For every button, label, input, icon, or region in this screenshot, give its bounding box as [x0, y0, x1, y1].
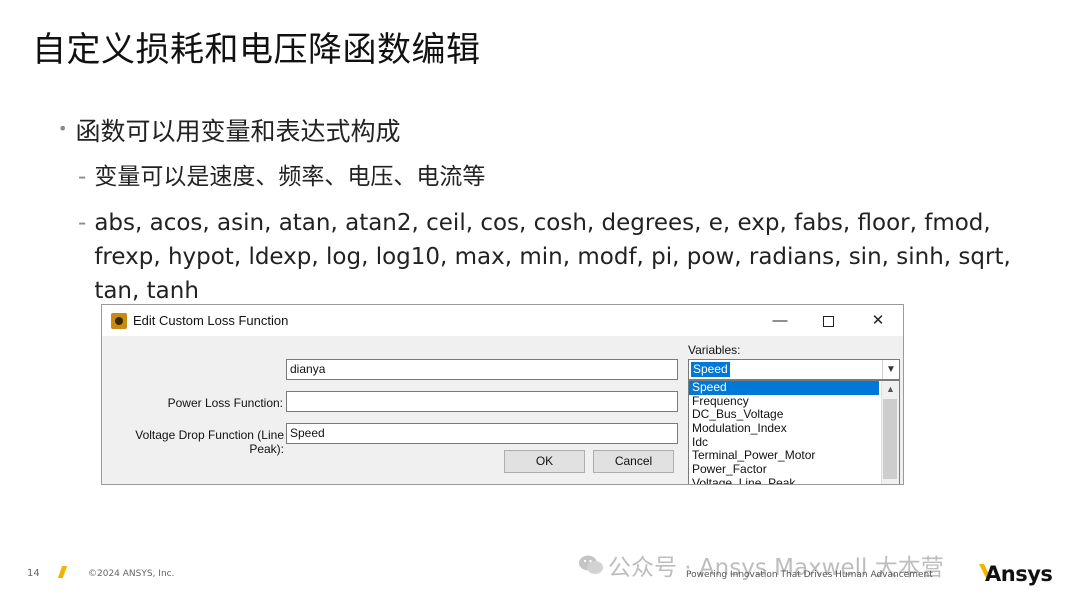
voltage-drop-label: Voltage Drop Function (Line Peak): [135, 428, 284, 456]
power-loss-field[interactable] [286, 391, 678, 412]
list-item[interactable]: Power_Factor [689, 462, 879, 477]
ansys-logo: Ansys [985, 562, 1053, 586]
close-button[interactable]: ✕ [858, 309, 898, 333]
maxwell-app-icon [111, 313, 127, 329]
list-item[interactable]: Idc [689, 435, 879, 450]
edit-custom-loss-dialog: Edit Custom Loss Function — ✕ Name: dian… [101, 304, 904, 485]
power-loss-label: Power Loss Function: [167, 396, 283, 410]
wechat-icon [579, 555, 603, 574]
tagline: Powering Innovation That Drives Human Ad… [686, 570, 933, 580]
cancel-button[interactable]: Cancel [593, 450, 674, 473]
list-item[interactable]: Voltage_Line_Peak [689, 476, 879, 484]
chevron-down-icon[interactable]: ▼ [882, 360, 899, 379]
bullet-list: • 函数可以用变量和表达式构成 - 变量可以是速度、频率、电压、电流等 - ab… [58, 112, 1048, 308]
voltage-drop-field[interactable]: Speed [286, 423, 678, 444]
ok-button[interactable]: OK [504, 450, 585, 473]
scroll-up-icon[interactable]: ▲ [882, 381, 899, 398]
dash-icon: - [78, 164, 87, 190]
scroll-thumb[interactable] [883, 399, 897, 479]
page-number: 14 [27, 568, 40, 579]
bullet-dot-icon: • [58, 119, 68, 138]
dialog-titlebar[interactable]: Edit Custom Loss Function — ✕ [102, 305, 903, 336]
variables-select[interactable]: Speed ▼ [688, 359, 900, 380]
list-scrollbar[interactable]: ▲ [881, 381, 899, 484]
list-item[interactable]: Terminal_Power_Motor [689, 449, 879, 463]
list-item[interactable]: Speed [689, 381, 879, 395]
dialog-title: Edit Custom Loss Function [133, 313, 289, 328]
maximize-icon [822, 315, 834, 327]
dash-icon: - [78, 210, 87, 236]
variables-options: Speed Frequency DC_Bus_Voltage Modulation_I… [689, 381, 879, 484]
list-item[interactable]: Frequency [689, 394, 879, 409]
variables-label: Variables: [688, 343, 741, 357]
copyright: ©2024 ANSYS, Inc. [88, 569, 175, 579]
variables-dropdown-list[interactable]: Speed Frequency DC_Bus_Voltage Modulation_I… [688, 380, 900, 484]
variables-selected-value: Speed [690, 361, 731, 378]
maximize-button[interactable] [808, 309, 848, 333]
sub-bullet-text: 变量可以是速度、频率、电压、电流等 [94, 164, 486, 190]
name-field[interactable]: dianya [286, 359, 678, 380]
sub-bullet-text: abs, acos, asin, atan, atan2, ceil, cos,… [94, 210, 1011, 304]
sub-bullet-item: - abs, acos, asin, atan, atan2, ceil, co… [78, 206, 1048, 308]
list-item[interactable]: DC_Bus_Voltage [689, 408, 879, 422]
bullet-item: • 函数可以用变量和表达式构成 [58, 112, 1048, 148]
sub-bullet-item: - 变量可以是速度、频率、电压、电流等 [78, 160, 1048, 194]
list-item[interactable]: Modulation_Index [689, 421, 879, 436]
minimize-button[interactable]: — [760, 309, 800, 333]
slide-title: 自定义损耗和电压降函数编辑 [32, 30, 481, 70]
accent-slash [57, 566, 68, 578]
bullet-text: 函数可以用变量和表达式构成 [75, 117, 401, 146]
